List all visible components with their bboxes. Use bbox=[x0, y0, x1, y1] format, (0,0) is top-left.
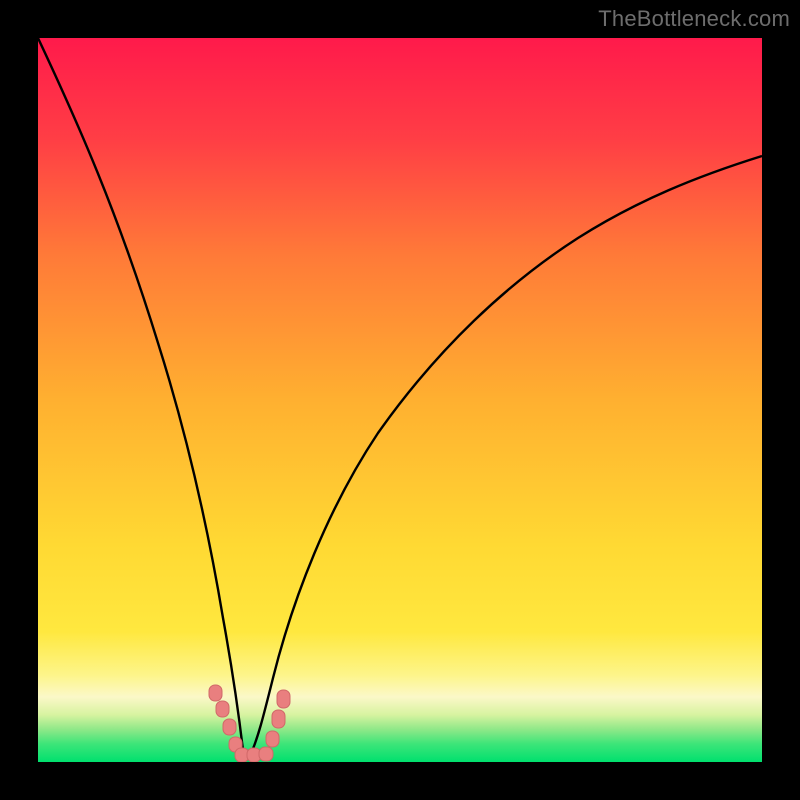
marker-dot bbox=[277, 690, 290, 708]
marker-dot bbox=[216, 701, 229, 717]
chart-frame: TheBottleneck.com bbox=[0, 0, 800, 800]
watermark-text: TheBottleneck.com bbox=[598, 6, 790, 32]
marker-dot bbox=[272, 710, 285, 728]
marker-dot bbox=[223, 719, 236, 735]
marker-dot bbox=[209, 685, 222, 701]
bottleneck-curve bbox=[38, 38, 762, 758]
plot-area bbox=[38, 38, 762, 762]
curve-layer bbox=[38, 38, 762, 762]
marker-dot bbox=[266, 731, 279, 747]
marker-dot bbox=[259, 747, 273, 761]
marker-group bbox=[209, 685, 290, 762]
